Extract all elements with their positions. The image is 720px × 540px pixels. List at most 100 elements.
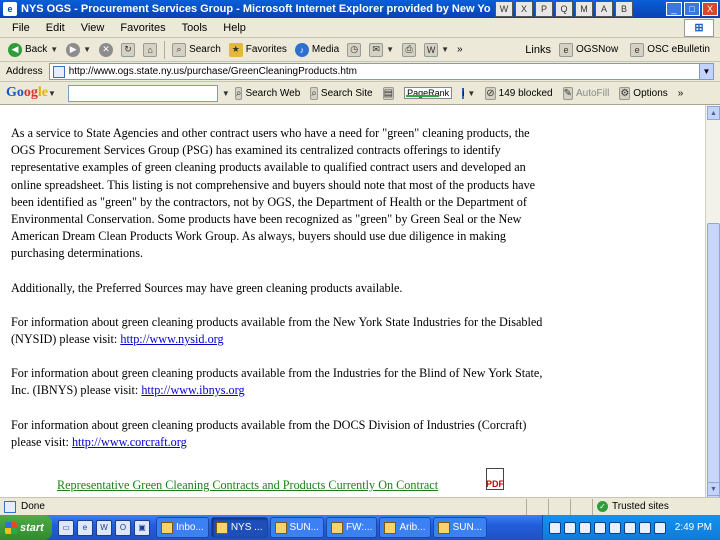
app-shortcut-icon[interactable]: A — [595, 1, 613, 17]
desktop-icon[interactable]: ▭ — [58, 519, 74, 536]
app-shortcut-icon[interactable]: Q — [555, 1, 573, 17]
tray-icon[interactable] — [578, 521, 591, 534]
chevron-down-icon[interactable]: ▼ — [48, 89, 56, 98]
popup-blocker-button[interactable]: ⊘ 149 blocked — [480, 86, 557, 100]
home-button[interactable]: ⌂ — [139, 40, 161, 60]
app-icon[interactable]: ▣ — [134, 519, 150, 536]
google-search-input[interactable] — [67, 84, 218, 102]
favorites-button[interactable]: ★ Favorites — [225, 40, 291, 60]
chevron-down-icon[interactable]: ▼ — [50, 45, 58, 54]
app-shortcut-icon[interactable]: B — [615, 1, 633, 17]
chevron-down-icon[interactable]: ▼ — [699, 64, 713, 79]
google-logo[interactable]: Google — [6, 85, 48, 101]
menu-edit[interactable]: Edit — [38, 22, 73, 34]
menu-favorites[interactable]: Favorites — [112, 22, 173, 34]
google-toolbar: Google ▼ ▼ ⌕ Search Web ⌕ Search Site ▤ … — [0, 82, 720, 105]
tray-icon[interactable] — [563, 521, 576, 534]
mail-icon — [330, 521, 343, 534]
search-web-button[interactable]: ⌕ Search Web — [230, 86, 305, 100]
security-zone[interactable]: ✓ Trusted sites — [592, 498, 720, 515]
chevron-down-icon[interactable]: ▼ — [386, 45, 394, 54]
ie-icon: e — [3, 2, 17, 16]
link-ogsnow[interactable]: e OGSNow — [555, 40, 622, 60]
task-sun[interactable]: SUN... — [269, 517, 324, 538]
stop-button[interactable]: ✕ — [95, 40, 117, 60]
chevron-down-icon[interactable]: ▼ — [441, 45, 449, 54]
close-button[interactable]: X — [702, 2, 718, 16]
tray-icon[interactable] — [653, 521, 666, 534]
clock[interactable]: 2:49 PM — [675, 522, 712, 533]
search-site-button[interactable]: ⌕ Search Site — [305, 86, 377, 100]
favorites-star-icon: ★ — [228, 42, 243, 57]
media-button[interactable]: ♪ Media — [291, 40, 343, 60]
search-button[interactable]: ⌕ Search — [168, 40, 225, 60]
menu-help[interactable]: Help — [215, 22, 254, 34]
app-shortcut-icon[interactable]: M — [575, 1, 593, 17]
back-button[interactable]: ◀ Back ▼ — [4, 40, 62, 60]
link-ogsnow-label: OGSNow — [575, 44, 619, 55]
pagerank-indicator[interactable]: PageRank — [399, 87, 457, 99]
menu-view[interactable]: View — [73, 22, 113, 34]
links-bar: Links e OGSNow e OSC eBulletin — [525, 40, 720, 60]
tray-icon[interactable] — [638, 521, 651, 534]
excel-shortcut-icon[interactable]: X — [515, 1, 533, 17]
scroll-up-arrow-icon[interactable]: ▲ — [707, 106, 720, 120]
start-button[interactable]: start — [0, 515, 52, 540]
tray-icon[interactable] — [548, 521, 561, 534]
powerpoint-shortcut-icon[interactable]: P — [535, 1, 553, 17]
task-buttons: Inbo... NYS ... SUN... FW:... Arib... SU… — [156, 517, 488, 538]
menu-tools[interactable]: Tools — [174, 22, 216, 34]
ibnys-link[interactable]: http://www.ibnys.org — [141, 383, 244, 397]
document-icon — [384, 521, 397, 534]
address-url[interactable]: http://www.ogs.state.ny.us/purchase/Gree… — [69, 66, 699, 77]
toolbar-more-button[interactable]: » — [453, 40, 467, 60]
word-shortcut-icon[interactable]: W — [495, 1, 513, 17]
outlook-icon[interactable]: O — [115, 519, 131, 536]
chevron-down-icon[interactable]: ▼ — [83, 45, 91, 54]
task-nys[interactable]: NYS ... — [210, 517, 268, 538]
address-input[interactable]: http://www.ogs.state.ny.us/purchase/Gree… — [48, 63, 714, 80]
tray-icon[interactable] — [623, 521, 636, 534]
chevron-down-icon[interactable]: ▼ — [222, 89, 230, 98]
history-icon: ◷ — [347, 42, 362, 57]
corcraft-link[interactable]: http://www.corcraft.org — [72, 435, 187, 449]
autofill-button[interactable]: ✎ AutoFill — [558, 86, 615, 100]
ie-icon[interactable]: e — [77, 519, 93, 536]
forward-button[interactable]: ▶ ▼ — [62, 40, 95, 60]
vertical-scrollbar[interactable]: ▲ ▼ — [705, 105, 720, 540]
task-fw[interactable]: FW:... — [325, 517, 378, 538]
history-button[interactable]: ◷ — [343, 40, 365, 60]
menu-file[interactable]: File — [4, 22, 38, 34]
quick-launch: ▭ e W O ▣ — [58, 519, 150, 536]
edit-word-button[interactable]: W ▼ — [420, 40, 453, 60]
window-title: NYS OGS - Procurement Services Group - M… — [21, 3, 491, 15]
maximize-button[interactable]: □ — [684, 2, 700, 16]
tray-icon[interactable] — [593, 521, 606, 534]
scroll-down-arrow-icon[interactable]: ▼ — [707, 482, 720, 496]
task-sun-2[interactable]: SUN... — [432, 517, 488, 538]
menu-bar: File Edit View Favorites Tools Help ⊞ — [0, 18, 720, 38]
tray-icon[interactable] — [608, 521, 621, 534]
task-arib[interactable]: Arib... — [379, 517, 431, 538]
task-inbox[interactable]: Inbo... — [156, 517, 209, 538]
address-label: Address — [6, 66, 43, 77]
green-contracts-link[interactable]: Representative Green Cleaning Contracts … — [57, 478, 438, 493]
pdf-icon[interactable]: PDF — [486, 468, 504, 490]
mail-button[interactable]: ✉ ▼ — [365, 40, 398, 60]
news-button[interactable]: ▤ — [378, 86, 399, 100]
link-osc-ebulletin[interactable]: e OSC eBulletin — [626, 40, 714, 60]
word-icon[interactable]: W — [96, 519, 112, 536]
options-button[interactable]: ⚙ Options — [614, 86, 672, 100]
options-icon: ⚙ — [619, 86, 631, 100]
chevron-down-icon[interactable]: ▼ — [467, 89, 475, 98]
minimize-button[interactable]: _ — [666, 2, 682, 16]
refresh-button[interactable]: ↻ — [117, 40, 139, 60]
page-info-button[interactable]: i ▼ — [457, 87, 480, 99]
window-controls: _ □ X — [666, 2, 718, 16]
nysid-link[interactable]: http://www.nysid.org — [120, 332, 223, 346]
print-button[interactable]: ⎙ — [398, 40, 420, 60]
ibnys-text: For information about green cleaning pro… — [11, 366, 543, 398]
back-arrow-icon: ◀ — [8, 42, 22, 57]
autofill-icon: ✎ — [562, 86, 573, 100]
google-more-button[interactable]: » — [673, 88, 689, 99]
